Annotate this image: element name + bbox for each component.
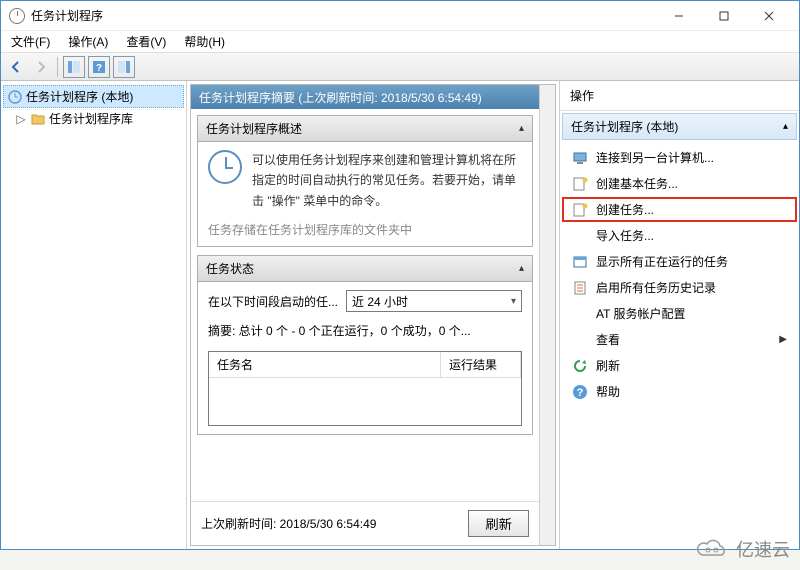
blank-icon <box>572 332 588 348</box>
window-title: 任务计划程序 <box>31 7 103 24</box>
help-icon: ? <box>572 384 588 400</box>
tree-library-label: 任务计划程序库 <box>49 110 133 127</box>
refresh-button[interactable]: 刷新 <box>468 510 529 537</box>
col-task-name[interactable]: 任务名 <box>209 352 441 377</box>
clock-icon <box>9 8 25 24</box>
svg-text:?: ? <box>577 387 584 399</box>
footer: 上次刷新时间: 2018/5/30 6:54:49 刷新 <box>191 501 539 545</box>
menu-view[interactable]: 查看(V) <box>126 33 166 50</box>
submenu-arrow-icon: ▶ <box>779 334 787 345</box>
task-list[interactable]: 任务名 运行结果 <box>208 351 522 426</box>
range-combo[interactable]: 近 24 小时 ▾ <box>346 290 522 312</box>
action-view[interactable]: 查看 ▶ <box>562 327 797 352</box>
last-refresh-label: 上次刷新时间: 2018/5/30 6:54:49 <box>201 515 376 532</box>
tree-pane: 任务计划程序 (本地) ▷ 任务计划程序库 <box>1 81 187 549</box>
forward-button[interactable] <box>30 56 52 78</box>
toolbar: ? <box>1 53 799 81</box>
scrollbar[interactable] <box>539 85 555 545</box>
menu-bar: 文件(F) 操作(A) 查看(V) 帮助(H) <box>1 31 799 53</box>
titlebar[interactable]: 任务计划程序 <box>1 1 799 31</box>
computer-icon <box>572 150 588 166</box>
overview-text: 可以使用任务计划程序来创建和管理计算机将在所指定的时间自动执行的常见任务。若要开… <box>252 150 522 211</box>
action-at-account[interactable]: AT 服务帐户配置 <box>562 301 797 326</box>
close-button[interactable] <box>746 2 791 30</box>
tree-root[interactable]: 任务计划程序 (本地) <box>3 85 184 108</box>
summary-header: 任务计划程序摘要 (上次刷新时间: 2018/5/30 6:54:49) <box>191 85 539 109</box>
col-result[interactable]: 运行结果 <box>441 352 521 377</box>
scope-pane-button[interactable] <box>63 56 85 78</box>
menu-action[interactable]: 操作(A) <box>68 33 108 50</box>
chevron-up-icon: ▴ <box>519 263 524 274</box>
action-refresh[interactable]: 刷新 <box>562 353 797 378</box>
action-connect[interactable]: 连接到另一台计算机... <box>562 145 797 170</box>
refresh-icon <box>572 358 588 374</box>
content-area: 任务计划程序 (本地) ▷ 任务计划程序库 任务计划程序摘要 (上次刷新时间: … <box>1 81 799 549</box>
toolbar-separator <box>57 57 58 77</box>
action-enable-history[interactable]: 启用所有任务历史记录 <box>562 275 797 300</box>
action-pane-button[interactable] <box>113 56 135 78</box>
action-import[interactable]: 导入任务... <box>562 223 797 248</box>
tree-library[interactable]: ▷ 任务计划程序库 <box>3 108 184 129</box>
status-panel: 任务状态 ▴ 在以下时间段启动的任... 近 24 小时 ▾ <box>197 255 533 435</box>
clock-icon <box>208 150 242 184</box>
action-help[interactable]: ? 帮助 <box>562 379 797 404</box>
import-icon <box>572 228 588 244</box>
task-scheduler-window: 任务计划程序 文件(F) 操作(A) 查看(V) 帮助(H) ? 任务计划程序 … <box>0 0 800 550</box>
task-icon <box>572 202 588 218</box>
menu-file[interactable]: 文件(F) <box>11 33 50 50</box>
maximize-button[interactable] <box>701 2 746 30</box>
summary-pane: 任务计划程序摘要 (上次刷新时间: 2018/5/30 6:54:49) 任务计… <box>187 81 559 549</box>
actions-context[interactable]: 任务计划程序 (本地) ▴ <box>562 113 797 140</box>
actions-title: 操作 <box>560 81 799 111</box>
folder-icon <box>31 112 45 126</box>
action-create-basic[interactable]: 创建基本任务... <box>562 171 797 196</box>
back-button[interactable] <box>5 56 27 78</box>
action-show-running[interactable]: 显示所有正在运行的任务 <box>562 249 797 274</box>
actions-pane: 操作 任务计划程序 (本地) ▴ 连接到另一台计算机... 创建基本任务... … <box>559 81 799 549</box>
overview-more: 任务存储在任务计划程序库的文件夹中 <box>208 221 522 238</box>
svg-text:?: ? <box>96 63 102 74</box>
history-icon <box>572 280 588 296</box>
range-label: 在以下时间段启动的任... <box>208 293 338 310</box>
minimize-button[interactable] <box>656 2 701 30</box>
status-digest: 摘要: 总计 0 个 - 0 个正在运行，0 个成功，0 个... <box>208 322 522 339</box>
action-create-task[interactable]: 创建任务... <box>562 197 797 222</box>
blank-icon <box>572 306 588 322</box>
overview-title[interactable]: 任务计划程序概述 ▴ <box>198 116 532 142</box>
help-button[interactable]: ? <box>88 56 110 78</box>
tree-root-label: 任务计划程序 (本地) <box>26 88 133 105</box>
chevron-down-icon: ▾ <box>511 296 516 307</box>
expand-icon[interactable]: ▷ <box>15 112 27 126</box>
watermark: 亿速云 <box>692 536 790 562</box>
cloud-icon <box>692 538 732 560</box>
window-controls <box>656 2 791 30</box>
clock-icon <box>8 90 22 104</box>
overview-panel: 任务计划程序概述 ▴ 可以使用任务计划程序来创建和管理计算机将在所指定的时间自动… <box>197 115 533 247</box>
chevron-up-icon: ▴ <box>519 123 524 134</box>
status-title[interactable]: 任务状态 ▴ <box>198 256 532 282</box>
running-icon <box>572 254 588 270</box>
task-list-header: 任务名 运行结果 <box>209 352 521 378</box>
chevron-up-icon: ▴ <box>783 121 788 132</box>
wizard-icon <box>572 176 588 192</box>
menu-help[interactable]: 帮助(H) <box>184 33 225 50</box>
